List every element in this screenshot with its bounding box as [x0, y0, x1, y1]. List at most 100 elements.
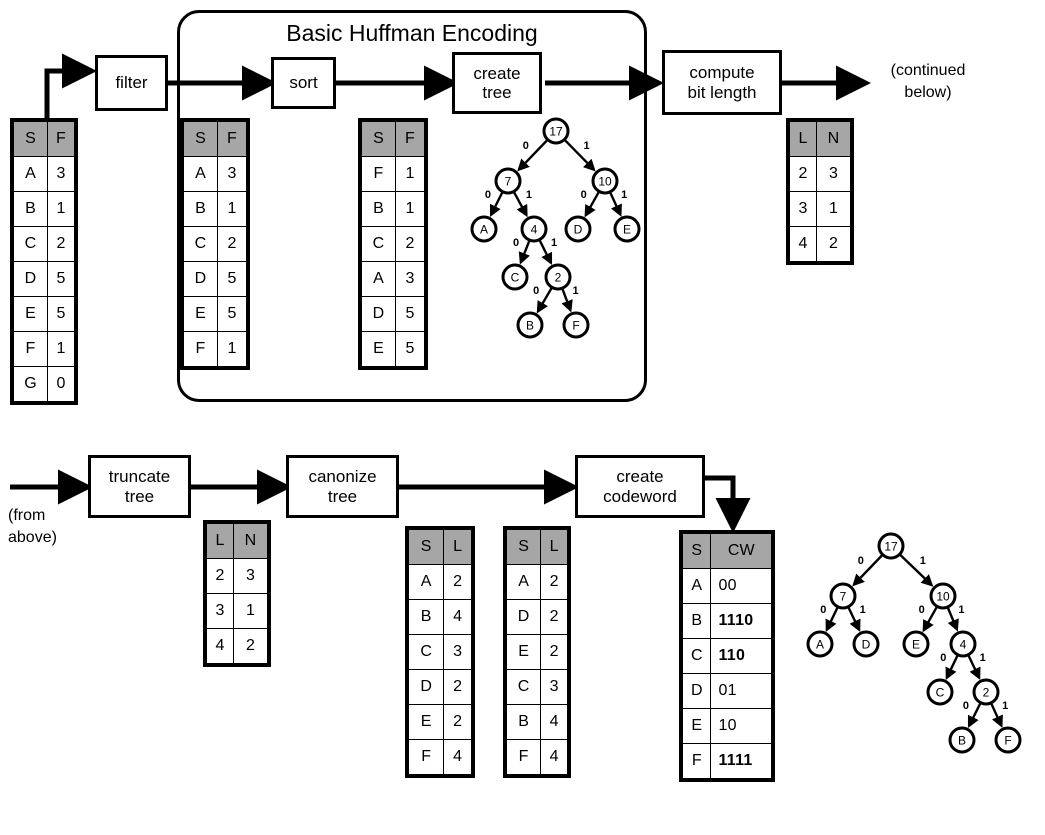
tree-edge [899, 554, 934, 587]
table-cell: 2 [540, 564, 568, 600]
table-row: A3 [183, 156, 248, 192]
table-cell: 2 [216, 226, 248, 262]
table-cell: F [407, 739, 445, 775]
table-row: D5 [361, 296, 426, 332]
table-header-cell: L [789, 121, 817, 157]
table-cell: 1 [232, 593, 269, 629]
create-codeword-label-line1: create [616, 467, 664, 487]
table-row: 42 [206, 628, 269, 664]
tree-edge [945, 655, 959, 680]
table-row: A2 [505, 564, 568, 600]
create-tree-box[interactable]: create tree [452, 52, 542, 114]
table-cell: 4 [540, 739, 568, 775]
table-header-cell: S [13, 121, 48, 157]
table-row: A2 [407, 564, 472, 600]
canonize-tree-box[interactable]: canonize tree [286, 455, 399, 518]
table-header-cell: S [183, 121, 218, 157]
table-cell: C [183, 226, 218, 262]
table-header-cell: F [394, 121, 426, 157]
canonize-tree-label-line1: canonize [308, 467, 377, 487]
table-header-cell: S [505, 529, 542, 565]
table-bit-length-bottom: LN233142 [203, 520, 271, 667]
tree-edge [852, 554, 883, 587]
table-cell: E [681, 708, 712, 744]
tree-edge [967, 655, 981, 680]
table-bit-length-top: LN233142 [786, 118, 854, 265]
table-row: 31 [789, 191, 852, 227]
table-cell: 3 [46, 156, 76, 192]
table-cell: 1111 [710, 743, 772, 779]
continued-below-line1: (continued [890, 62, 966, 79]
tree-node: 2 [972, 678, 1000, 706]
sort-box[interactable]: sort [271, 57, 336, 109]
table-row: F 1111 [681, 743, 772, 779]
table-header-cell: N [232, 523, 269, 559]
table-cell: 3 [789, 191, 817, 227]
table-row: F1 [361, 156, 426, 192]
tree-node: 17 [877, 532, 905, 560]
from-above-line2: above) [8, 528, 57, 546]
table-header-cell: L [443, 529, 472, 565]
table-cell: F [505, 739, 542, 775]
table-row: D5 [13, 261, 76, 297]
table-cell: B [183, 191, 218, 227]
table-cell: 2 [443, 704, 472, 740]
table-row: D5 [183, 261, 248, 297]
table-cell: 4 [789, 226, 817, 262]
create-codeword-box[interactable]: create codeword [575, 455, 705, 518]
filter-box[interactable]: filter [95, 55, 168, 111]
table-header-row: LN [206, 523, 269, 559]
table-row: B4 [505, 704, 568, 740]
table-row: D2 [505, 599, 568, 635]
tree-node: E [902, 630, 930, 658]
truncate-tree-box[interactable]: truncate tree [88, 455, 191, 518]
table-cell: 2 [232, 628, 269, 664]
table-row: C2 [13, 226, 76, 262]
tree-node: C [926, 678, 954, 706]
table-cell: 3 [540, 669, 568, 705]
table-cell: A [681, 568, 712, 604]
table-cell: 00 [710, 568, 772, 604]
table-row: A3 [13, 156, 76, 192]
table-cell: A [407, 564, 445, 600]
table-row: D 01 [681, 673, 772, 709]
table-cell: D [13, 261, 48, 297]
svg-text:2: 2 [983, 686, 990, 700]
svg-text:F: F [1004, 734, 1011, 748]
table-header-cell: F [46, 121, 76, 157]
table-cell: 10 [710, 708, 772, 744]
table-cell: 1 [394, 191, 426, 227]
table-cell: C [361, 226, 396, 262]
table-row: F4 [505, 739, 568, 775]
compute-bit-length-box[interactable]: compute bit length [662, 50, 782, 115]
table-row: B 1110 [681, 603, 772, 639]
svg-text:17: 17 [884, 540, 898, 554]
table-cell: 5 [216, 261, 248, 297]
table-cell: 5 [46, 296, 76, 332]
table-cell: 1 [46, 331, 76, 367]
table-row: E5 [183, 296, 248, 332]
table-row: C2 [183, 226, 248, 262]
table-row: D2 [407, 669, 472, 705]
table-row: A3 [361, 261, 426, 297]
svg-text:10: 10 [936, 590, 950, 604]
table-sorted-frequency: SFF1B1C2A3D5E5 [358, 118, 428, 370]
tree-node: D [852, 630, 880, 658]
svg-text:C: C [936, 686, 945, 700]
table-row: E2 [505, 634, 568, 670]
table-cell: A [505, 564, 542, 600]
table-cell: D [681, 673, 712, 709]
table-cell: E [407, 704, 445, 740]
table-cell: 4 [206, 628, 234, 664]
canonize-tree-label-line2: tree [327, 486, 358, 506]
table-header-cell: CW [710, 533, 772, 569]
tree-edge [946, 607, 959, 632]
table-cell: 3 [815, 156, 852, 192]
table-row: 42 [789, 226, 852, 262]
table-row: E5 [361, 331, 426, 367]
tree-edge [922, 606, 938, 633]
table-cell: 3 [216, 156, 248, 192]
table-header-row: SF [361, 121, 426, 157]
table-cell: 4 [443, 739, 472, 775]
table-cell: 2 [443, 564, 472, 600]
